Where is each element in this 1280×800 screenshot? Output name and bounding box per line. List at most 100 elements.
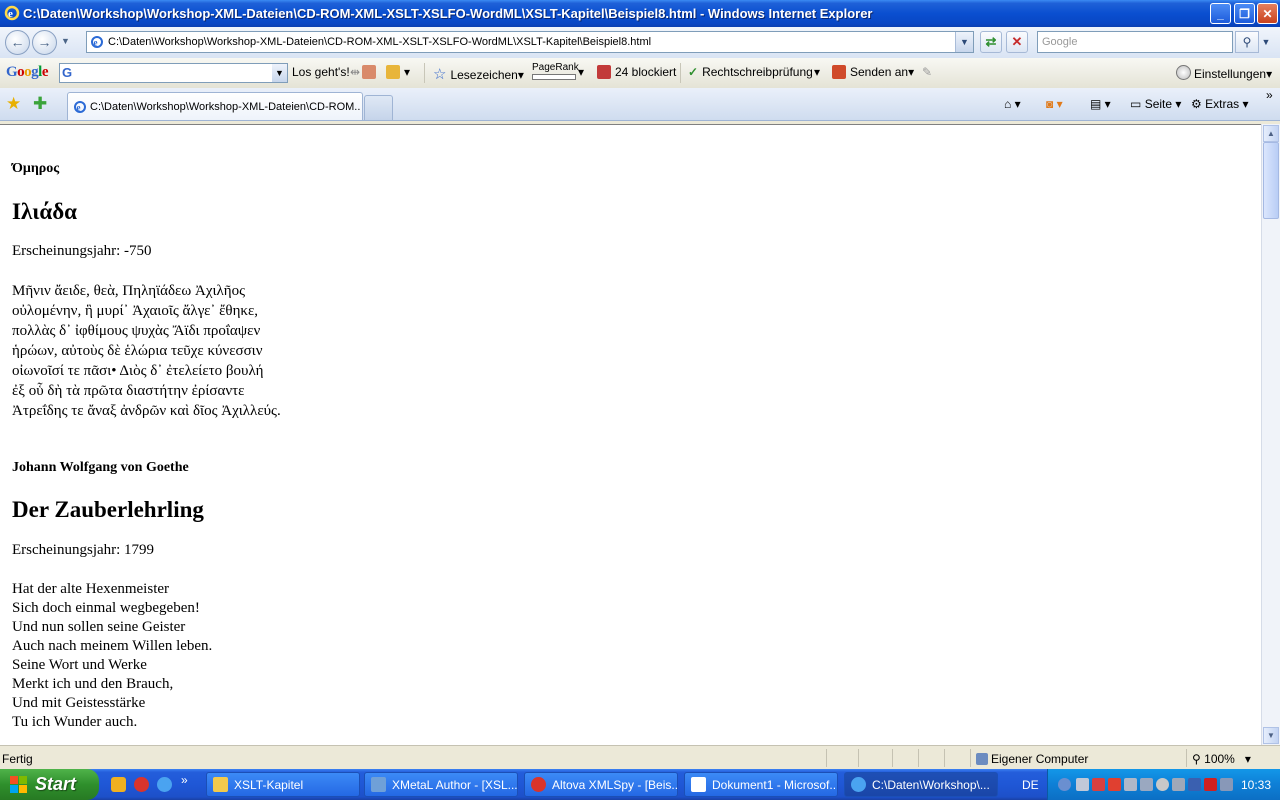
tray-volume-icon[interactable] <box>1172 778 1185 791</box>
status-divider <box>826 749 827 767</box>
back-button[interactable]: ← <box>5 30 30 55</box>
toolbar-separator <box>680 63 681 83</box>
highlight-icon[interactable]: ▾ <box>386 65 410 79</box>
google-go-button[interactable]: Los geht's! <box>292 65 350 79</box>
page-content[interactable]: Όμηρος Ιλιάδα Erscheinungsjahr: -750 Μῆν… <box>0 124 1261 746</box>
chevron-more-icon[interactable]: » <box>1266 88 1273 102</box>
start-button[interactable]: Start <box>0 769 99 800</box>
svg-text:e: e <box>94 38 98 48</box>
poem-line: Und nun sollen seine Geister <box>12 619 186 635</box>
new-tab-button[interactable] <box>364 95 393 120</box>
spellcheck-icon: ✓ <box>688 65 699 79</box>
zoom-control[interactable]: ⚲ 100% ▾ <box>1192 752 1251 766</box>
extras-menu[interactable]: ⚙ Extras ▾ <box>1191 97 1248 111</box>
taskbar-item[interactable]: XMetaL Author - [XSL... <box>364 772 518 797</box>
spellcheck-button[interactable]: ✓ Rechtschreibprüfung <box>688 65 813 79</box>
tray-wifi-icon[interactable] <box>1140 778 1153 791</box>
favorites-star-icon[interactable]: ★ <box>6 94 21 114</box>
spellcheck-label: Rechtschreibprüfung <box>702 65 813 79</box>
status-divider <box>970 749 971 767</box>
stop-button[interactable]: ✕ <box>1006 31 1028 53</box>
search-input[interactable]: Google <box>1037 31 1233 53</box>
tray-update-icon[interactable] <box>1156 778 1169 791</box>
tray-device-icon[interactable] <box>1124 778 1137 791</box>
taskbar-item[interactable]: Dokument1 - Microsof... <box>684 772 838 797</box>
refresh-button[interactable]: ⇄ <box>980 31 1002 53</box>
quicklaunch-messenger-icon[interactable] <box>111 777 126 792</box>
google-search-input[interactable]: G ▼ <box>59 63 288 83</box>
tab-ie-icon: e <box>74 101 86 113</box>
security-zone[interactable]: Eigener Computer <box>976 752 1088 766</box>
send-to-button[interactable]: Senden an▾ <box>832 65 914 79</box>
status-divider <box>918 749 919 767</box>
home-button[interactable]: ⌂ ▾ <box>1004 97 1021 111</box>
address-bar[interactable]: e C:\Daten\Workshop\Workshop-XML-Dateien… <box>86 31 974 53</box>
tray-security-icon[interactable] <box>1092 778 1105 791</box>
tray-antivirus-icon[interactable] <box>1108 778 1121 791</box>
search-options-dropdown-icon[interactable]: ▼ <box>1260 31 1272 53</box>
tray-network-icon[interactable] <box>1076 778 1089 791</box>
quicklaunch-altova-icon[interactable] <box>134 777 149 792</box>
vertical-scrollbar[interactable]: ▲ ▼ <box>1261 124 1280 745</box>
taskbar-item-label: Altova XMLSpy - [Beis... <box>552 778 678 792</box>
pagerank-indicator[interactable]: PageRank <box>532 62 579 80</box>
popup-blocker-button[interactable]: 24 blockiert <box>597 65 676 79</box>
settings-button[interactable]: Einstellungen▾ <box>1176 65 1272 81</box>
pencil-icon[interactable]: ✎ <box>922 65 932 79</box>
taskbar-item[interactable]: C:\Daten\Workshop\... <box>844 772 998 797</box>
taskbar-item[interactable]: XSLT-Kapitel <box>206 772 360 797</box>
taskbar-item[interactable]: Altova XMLSpy - [Beis... <box>524 772 678 797</box>
pagerank-dropdown-icon[interactable]: ▾ <box>578 65 584 79</box>
maximize-button[interactable]: ❐ <box>1234 3 1255 24</box>
page-menu[interactable]: ▭ Seite ▾ <box>1130 97 1181 111</box>
ie-logo-icon: e <box>4 5 20 21</box>
taskbar-item-label: C:\Daten\Workshop\... <box>872 778 990 792</box>
toolbar-arrows-icon[interactable]: ⇹ <box>350 65 360 79</box>
forward-button[interactable]: → <box>32 30 57 55</box>
tray-display-icon[interactable] <box>1220 778 1233 791</box>
feeds-button[interactable]: ◙ ▾ <box>1046 97 1063 111</box>
status-divider <box>944 749 945 767</box>
gear-icon: ⚙ <box>1191 97 1202 111</box>
minimize-button[interactable]: _ <box>1210 3 1231 24</box>
author-name: Όμηρος <box>12 161 60 176</box>
scroll-down-icon[interactable]: ▼ <box>1263 727 1279 744</box>
tray-arrow-icon[interactable] <box>1058 778 1071 791</box>
language-indicator[interactable]: DE <box>1022 778 1039 792</box>
publication-year: Erscheinungsjahr: -750 <box>12 243 152 259</box>
bookmarks-button[interactable]: ☆ Lesezeichen▾ <box>433 65 524 83</box>
tray-battery-icon[interactable] <box>1188 778 1201 791</box>
title-bar[interactable]: e C:\Daten\Workshop\Workshop-XML-Dateien… <box>0 0 1280 27</box>
print-button[interactable]: ▤ ▾ <box>1090 97 1111 111</box>
poem-line: Μῆνιν ἄειδε, θεὰ, Πηληϊάδεω Ἀχιλῆος <box>12 283 246 299</box>
close-button[interactable]: ✕ <box>1257 3 1278 24</box>
tab-bar: ★ ✚ e C:\Daten\Workshop\Workshop-XML-Dat… <box>0 88 1280 121</box>
google-logo: Google <box>6 64 49 80</box>
xmetal-icon <box>371 777 386 792</box>
home-icon: ⌂ <box>1004 97 1012 111</box>
refresh-icon: ⇄ <box>985 34 997 49</box>
svg-text:e: e <box>8 8 13 20</box>
address-url[interactable]: C:\Daten\Workshop\Workshop-XML-Dateien\C… <box>108 36 651 48</box>
news-icon[interactable] <box>362 65 380 79</box>
author-name: Johann Wolfgang von Goethe <box>12 460 189 475</box>
tab-active[interactable]: e C:\Daten\Workshop\Workshop-XML-Dateien… <box>67 92 363 120</box>
address-dropdown-icon[interactable]: ▼ <box>955 32 973 52</box>
history-dropdown-icon[interactable]: ▼ <box>61 36 70 46</box>
spellcheck-dropdown-icon[interactable]: ▾ <box>814 65 820 79</box>
google-search-dropdown-icon[interactable]: ▼ <box>272 64 287 82</box>
add-favorite-icon[interactable]: ✚ <box>33 94 47 114</box>
page-menu-label: Seite <box>1144 97 1173 111</box>
settings-icon <box>1176 65 1191 80</box>
quicklaunch-ie-icon[interactable] <box>157 777 172 792</box>
scroll-thumb[interactable] <box>1263 142 1279 219</box>
settings-label: Einstellungen <box>1194 67 1267 81</box>
poem-line: ἡρώων, αὐτοὺς δὲ ἑλώρια τεῦχε κύνεσσιν <box>12 343 263 359</box>
poem-line: Hat der alte Hexenmeister <box>12 581 170 597</box>
scroll-up-icon[interactable]: ▲ <box>1263 125 1279 142</box>
clock[interactable]: 10:33 <box>1241 778 1271 792</box>
tray-alert-icon[interactable] <box>1204 778 1217 791</box>
quicklaunch-more-icon[interactable]: » <box>181 773 188 787</box>
bookmark-star-icon: ☆ <box>433 66 447 83</box>
search-button[interactable]: ⚲ <box>1235 31 1259 53</box>
